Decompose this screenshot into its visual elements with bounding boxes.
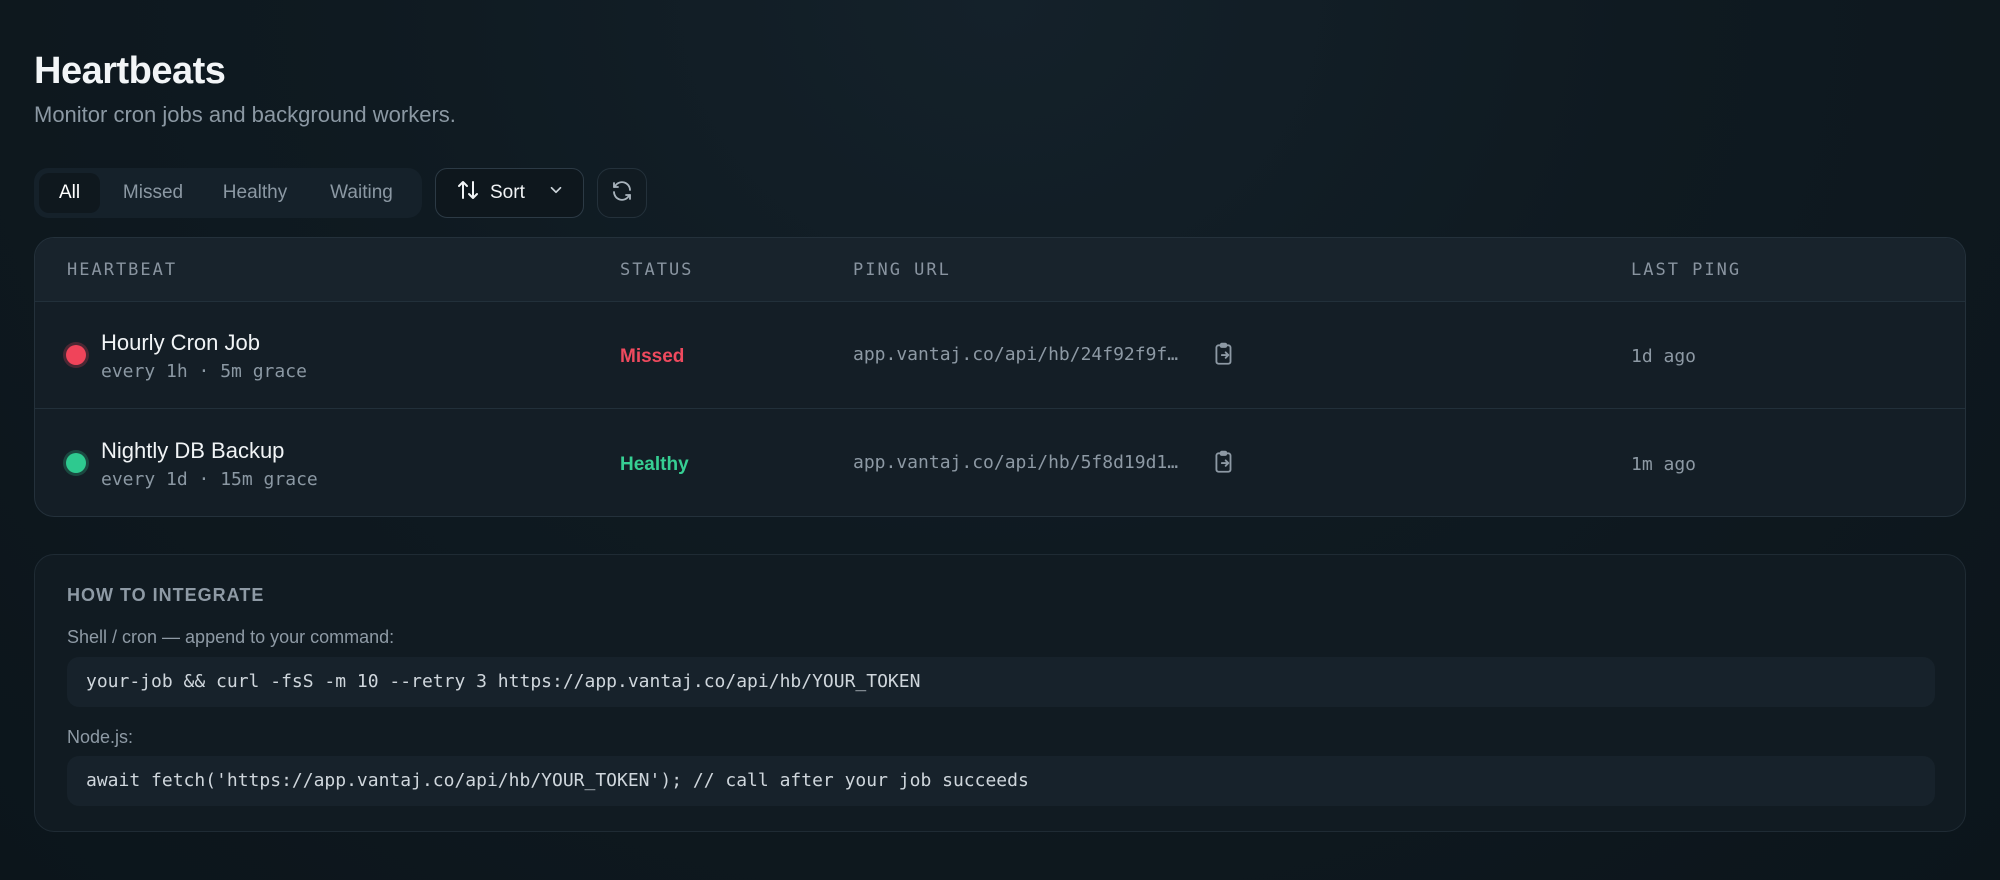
shell-label: Shell / cron — append to your command: xyxy=(67,627,395,647)
heartbeat-schedule: every 1h · 5m grace xyxy=(101,361,307,382)
status-badge: Healthy xyxy=(620,454,689,475)
integration-guide: HOW TO INTEGRATE Shell / cron — append t… xyxy=(34,554,1966,832)
page-subtitle: Monitor cron jobs and background workers… xyxy=(34,102,456,127)
toolbar: All Missed Healthy Waiting Sort xyxy=(34,168,734,218)
last-ping: 1m ago xyxy=(1631,454,1697,475)
last-ping: 1d ago xyxy=(1631,346,1697,367)
filter-tab-healthy[interactable]: Healthy xyxy=(206,173,304,213)
refresh-icon xyxy=(610,179,634,208)
ping-url: app.vantaj.co/api/hb/5f8d19d1… xyxy=(853,452,1179,473)
heartbeat-schedule: every 1d · 15m grace xyxy=(101,469,318,490)
filter-tab-missed[interactable]: Missed xyxy=(106,173,200,213)
status-badge: Missed xyxy=(620,346,685,367)
table-header: HEARTBEAT STATUS PING URL LAST PING xyxy=(35,238,1965,302)
column-header-heartbeat[interactable]: HEARTBEAT xyxy=(67,260,177,280)
status-dot xyxy=(66,345,86,365)
sort-button-label: Sort xyxy=(490,182,525,203)
sort-button[interactable]: Sort xyxy=(435,168,584,218)
column-header-status[interactable]: STATUS xyxy=(620,260,693,280)
integration-title: HOW TO INTEGRATE xyxy=(67,585,265,605)
copy-icon[interactable] xyxy=(1211,449,1237,475)
copy-icon[interactable] xyxy=(1211,341,1237,367)
heartbeat-name[interactable]: Hourly Cron Job xyxy=(101,330,260,356)
column-header-last-ping[interactable]: LAST PING xyxy=(1631,260,1741,280)
column-header-ping-url[interactable]: PING URL xyxy=(853,260,951,280)
filter-tab-all[interactable]: All xyxy=(39,173,100,213)
table-row[interactable]: Hourly Cron Job every 1h · 5m grace Miss… xyxy=(35,302,1965,409)
node-label: Node.js: xyxy=(67,727,134,747)
filter-tabs: All Missed Healthy Waiting xyxy=(34,168,422,218)
shell-code-snippet[interactable]: your-job && curl -fsS -m 10 --retry 3 ht… xyxy=(67,657,1935,707)
page-title: Heartbeats xyxy=(34,50,226,92)
status-dot xyxy=(66,453,86,473)
chevron-down-icon xyxy=(547,181,565,205)
refresh-button[interactable] xyxy=(597,168,647,218)
heartbeat-name[interactable]: Nightly DB Backup xyxy=(101,438,284,464)
table-row[interactable]: Nightly DB Backup every 1d · 15m grace H… xyxy=(35,410,1965,516)
filter-tab-waiting[interactable]: Waiting xyxy=(310,173,413,213)
ping-url: app.vantaj.co/api/hb/24f92f9f… xyxy=(853,344,1179,365)
heartbeats-table: HEARTBEAT STATUS PING URL LAST PING Hour… xyxy=(34,237,1966,517)
sort-arrows-icon xyxy=(456,178,480,208)
node-code-snippet[interactable]: await fetch('https://app.vantaj.co/api/h… xyxy=(67,756,1935,806)
